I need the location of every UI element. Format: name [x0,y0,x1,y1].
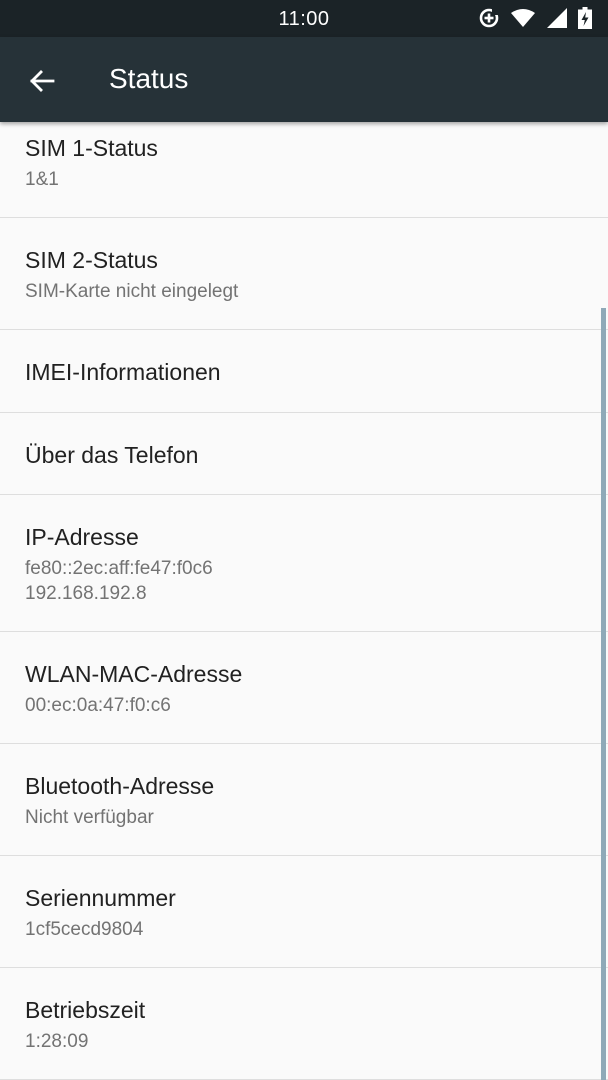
list-item-ip-address[interactable]: IP-Adresse fe80::2ec:aff:fe47:f0c6 192.1… [0,495,608,632]
scrollbar[interactable] [601,308,606,1080]
list-item-sim1-status[interactable]: SIM 1-Status 1&1 [0,122,608,218]
toolbar: Status [0,37,608,122]
item-label: SIM 2-Status [25,247,158,273]
list-item-imei-info[interactable]: IMEI-Informationen [0,330,608,413]
item-label: SIM 1-Status [25,135,158,161]
status-bar: 11:00 [0,0,608,37]
list-item-bluetooth-address[interactable]: Bluetooth-Adresse Nicht verfügbar [0,744,608,856]
item-summary: fe80::2ec:aff:fe47:f0c6 [25,558,213,579]
list-item-uptime[interactable]: Betriebszeit 1:28:09 [0,968,608,1080]
status-icons [478,7,592,29]
wifi-icon [510,8,536,28]
item-summary: Nicht verfügbar [25,807,154,828]
item-summary-line2: 192.168.192.8 [25,583,147,604]
list-item-serial-number[interactable]: Seriennummer 1cf5cecd9804 [0,856,608,968]
list-item-sim2-status[interactable]: SIM 2-Status SIM-Karte nicht eingelegt [0,218,608,330]
page-title: Status [109,63,189,94]
back-button[interactable] [22,61,62,101]
item-label: Bluetooth-Adresse [25,773,215,799]
item-summary: 1:28:09 [25,1031,89,1052]
data-saver-icon [478,7,500,29]
item-summary: 1&1 [25,169,59,190]
item-label: WLAN-MAC-Adresse [25,661,243,687]
item-label: Seriennummer [25,885,176,911]
item-summary: 1cf5cecd9804 [25,919,144,940]
item-label: IMEI-Informationen [25,359,221,385]
arrow-back-icon [30,70,55,92]
item-summary: 00:ec:0a:47:f0:c6 [25,695,171,716]
item-label: Betriebszeit [25,997,146,1023]
signal-icon [546,7,568,29]
status-list: SIM 1-Status 1&1 SIM 2-Status SIM-Karte … [0,122,608,1080]
list-item-wlan-mac[interactable]: WLAN-MAC-Adresse 00:ec:0a:47:f0:c6 [0,632,608,744]
battery-charging-icon [578,7,592,29]
item-label: IP-Adresse [25,524,139,550]
item-label: Über das Telefon [25,442,199,468]
list-item-about-phone[interactable]: Über das Telefon [0,413,608,495]
item-summary: SIM-Karte nicht eingelegt [25,281,239,302]
